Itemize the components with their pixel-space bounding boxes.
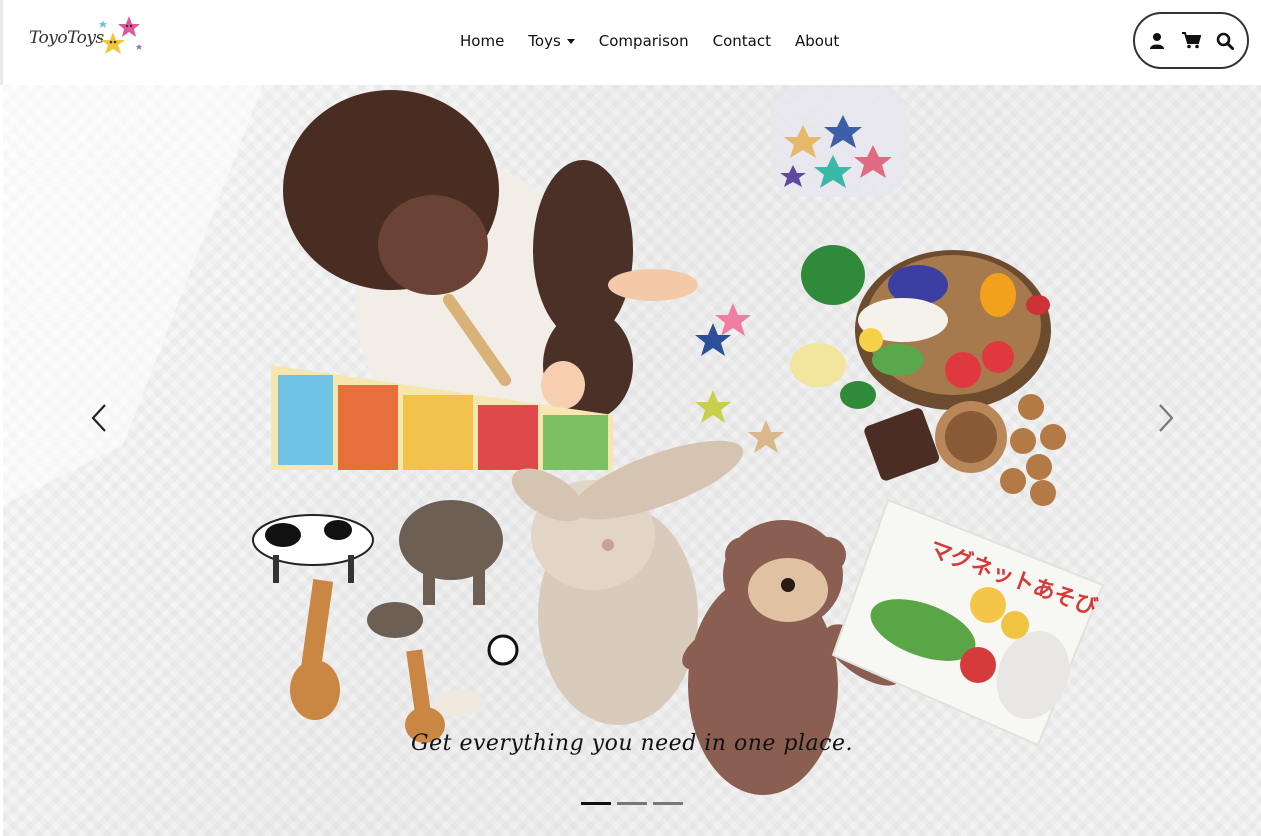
hero-carousel: マグネットあそび Get everything you need in one … (3, 85, 1261, 836)
chevron-down-icon (566, 38, 575, 44)
carousel-indicators (581, 802, 683, 805)
nav-contact-label: Contact (712, 32, 771, 50)
carousel-prev-button[interactable] (87, 401, 111, 435)
carousel-indicator-3[interactable] (653, 802, 683, 805)
nav-home-label: Home (460, 32, 505, 50)
action-icons-group (1133, 12, 1249, 69)
stars-logo-icon (99, 16, 142, 54)
nav-contact[interactable]: Contact (713, 32, 771, 50)
brand-logo[interactable]: ToyoToys (29, 14, 149, 60)
brand-name: ToyoToys (29, 28, 104, 48)
main-nav: Home Toys Comparison Contact About (460, 32, 863, 50)
nav-about-label: About (794, 32, 840, 50)
carousel-indicator-2[interactable] (617, 802, 647, 805)
user-account-button[interactable] (1147, 31, 1167, 51)
user-icon (1150, 33, 1164, 49)
carousel-indicator-1[interactable] (581, 802, 611, 805)
nav-comparison-label: Comparison (598, 32, 689, 50)
navbar: ToyoToys Home Toys Comparison Contact Ab… (0, 0, 1261, 85)
nav-toys-dropdown[interactable]: Toys (528, 32, 575, 50)
chevron-left-icon (91, 404, 106, 432)
hero-caption: Get everything you need in one place. (411, 731, 853, 756)
chevron-right-icon (1159, 404, 1174, 432)
hero-image: マグネットあそび (3, 85, 1105, 795)
nav-home[interactable]: Home (460, 32, 504, 50)
cart-icon (1181, 32, 1201, 49)
search-icon (1216, 32, 1234, 50)
nav-about[interactable]: About (795, 32, 839, 50)
carousel-next-button[interactable] (1154, 401, 1178, 435)
cart-button[interactable] (1181, 31, 1201, 51)
search-button[interactable] (1215, 31, 1235, 51)
nav-comparison[interactable]: Comparison (599, 32, 689, 50)
nav-toys-label: Toys (528, 32, 561, 50)
